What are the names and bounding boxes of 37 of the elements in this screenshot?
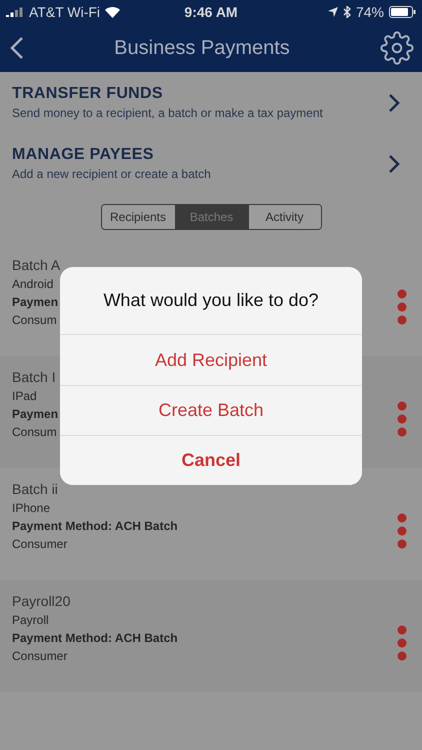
batch-name: Batch ii [12, 481, 59, 497]
location-icon [328, 7, 338, 17]
battery-icon [389, 6, 416, 18]
menu-subtitle: Add a new recipient or create a batch [12, 167, 211, 181]
screen-title: Business Payments [114, 36, 290, 60]
payment-method: Payment Method: ACH Batch [12, 519, 178, 533]
segment-tab[interactable]: Batches [174, 205, 248, 229]
clock-time: 9:46 AM [184, 4, 238, 20]
batch-name: Payroll20 [12, 593, 72, 609]
chevron-icon[interactable] [388, 154, 400, 174]
payment-method: Payment Method: ACH Batch [12, 631, 178, 645]
segment-tab[interactable]: Activity [248, 205, 320, 229]
bluetooth-icon [342, 6, 351, 18]
menu-subtitle: Send money to a recipient, a batch or make a tax payment [12, 106, 323, 120]
signal-icon [6, 7, 24, 17]
batch-type: Consum [12, 425, 58, 439]
carrier-name: AT&T Wi-Fi [29, 4, 100, 20]
back-button[interactable] [10, 36, 24, 60]
batch-device: Android [12, 277, 54, 291]
menu-title[interactable]: MANAGE PAYEES [12, 146, 211, 164]
battery-percent: 74% [356, 4, 384, 20]
payment-method: Paymen [12, 295, 60, 309]
batch-device: IPhone [12, 501, 52, 515]
batch-type: Consumer [12, 537, 68, 551]
wifi-icon [105, 6, 120, 18]
batch-device: IPad [12, 389, 38, 403]
segment-tab[interactable]: Recipients [102, 205, 174, 229]
dialog-action[interactable]: Cancel [60, 435, 362, 485]
batch-name: Batch I [12, 369, 57, 385]
settings-button[interactable] [380, 31, 414, 65]
batch-name: Batch A [12, 257, 60, 273]
payment-method: Paymen [12, 407, 58, 421]
batch-device: Payroll [12, 613, 50, 627]
menu-title[interactable]: TRANSFER FUNDS [12, 85, 323, 103]
batch-type: Consumer [12, 649, 68, 663]
chevron-icon[interactable] [388, 92, 400, 112]
batch-type: Consum [12, 313, 58, 327]
